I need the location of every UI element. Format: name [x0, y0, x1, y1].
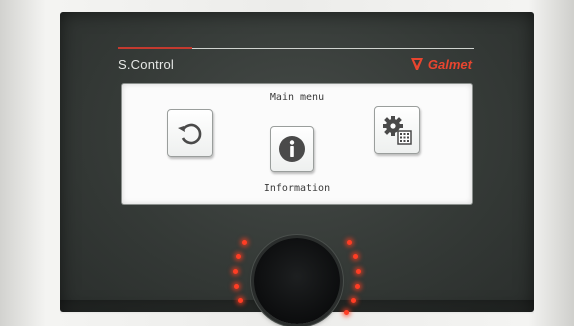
- led-indicator: [344, 310, 349, 315]
- led-indicator: [234, 284, 239, 289]
- led-indicator: [347, 240, 352, 245]
- screen-title: Main menu: [269, 92, 325, 103]
- brand-name: Galmet: [427, 56, 472, 72]
- brand-logo: Galmet: [380, 55, 472, 73]
- control-knob-area: [222, 228, 372, 326]
- rotary-control-knob[interactable]: [254, 238, 340, 324]
- menu-item-return[interactable]: [167, 109, 213, 157]
- settings-gears-icon: [383, 116, 412, 145]
- info-icon: [279, 136, 305, 162]
- led-indicator: [242, 240, 247, 245]
- model-label: S.Control: [118, 57, 174, 72]
- led-indicator: [353, 254, 358, 259]
- led-indicator: [238, 298, 243, 303]
- led-indicator: [355, 284, 360, 289]
- menu-item-settings[interactable]: [374, 106, 420, 154]
- panel-accent-line: [118, 47, 192, 49]
- led-indicator: [236, 254, 241, 259]
- galmet-logo-icon: [410, 58, 423, 70]
- return-arrow-icon: [178, 123, 202, 145]
- led-indicator: [356, 269, 361, 274]
- menu-item-information[interactable]: [270, 126, 314, 172]
- selected-item-label: Information: [263, 183, 331, 194]
- lcd-screen: Main menu Information: [122, 84, 472, 204]
- led-indicator: [351, 298, 356, 303]
- led-indicator: [233, 269, 238, 274]
